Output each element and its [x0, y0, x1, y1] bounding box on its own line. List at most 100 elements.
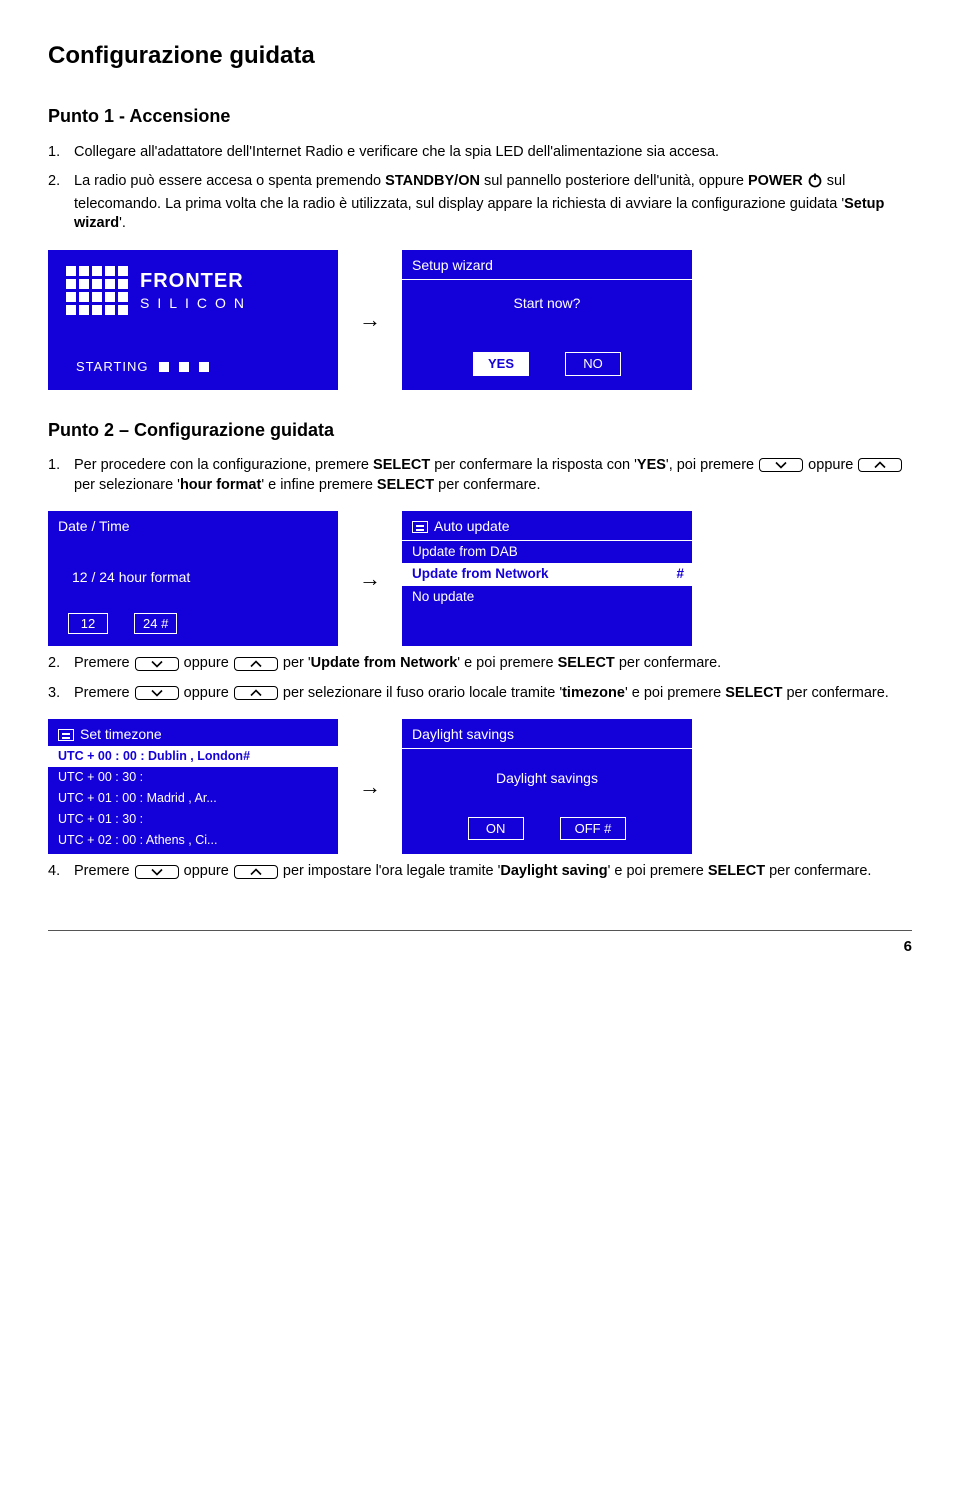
screen-starting: FRONTER SILICON STARTING — [48, 250, 338, 390]
txt: La radio può essere accesa o spenta prem… — [74, 173, 385, 189]
logo-sub: SILICON — [140, 294, 252, 313]
list-icon — [412, 521, 428, 533]
txt: Auto update — [434, 518, 510, 534]
up-button-icon — [858, 458, 902, 472]
menu-item-selected: Update from Network # — [402, 563, 692, 585]
txt: per selezionare il fuso orario locale tr… — [279, 685, 562, 701]
screen-auto-update: Auto update Update from DAB Update from … — [402, 511, 692, 646]
txt: Per procedere con la configurazione, pre… — [74, 457, 373, 473]
screen-header: Date / Time — [48, 511, 338, 540]
down-button-icon — [135, 686, 179, 700]
down-button-icon — [759, 458, 803, 472]
page-number: 6 — [48, 930, 912, 957]
list-body: Premere oppure per impostare l'ora legal… — [74, 862, 912, 882]
txt: oppure — [804, 457, 857, 473]
kw: SELECT — [377, 477, 434, 493]
screen-prompt: Daylight savings — [402, 749, 692, 794]
txt: Premere — [74, 655, 134, 671]
menu-item: Update from DAB — [402, 541, 692, 563]
txt: Set timezone — [80, 726, 162, 742]
no-button: NO — [565, 352, 621, 376]
off-button: OFF # — [560, 817, 627, 841]
menu-item: UTC + 01 : 30 : — [48, 809, 338, 830]
starting-label: STARTING — [76, 358, 209, 376]
section2-heading: Punto 2 – Configurazione guidata — [48, 418, 912, 442]
menu-item: UTC + 02 : 00 : Athens , Ci... — [48, 830, 338, 851]
arrow-right-icon: → — [356, 772, 384, 802]
txt: per ' — [279, 655, 311, 671]
step-2-1: 1. Per procedere con la configurazione, … — [48, 456, 912, 495]
txt: ' e poi premere — [608, 863, 708, 879]
screen-prompt: Start now? — [402, 280, 692, 319]
list-number: 2. — [48, 172, 74, 234]
screen-datetime: Date / Time 12 / 24 hour format 12 24 # — [48, 511, 338, 646]
up-button-icon — [234, 686, 278, 700]
txt: per selezionare ' — [74, 477, 180, 493]
txt: ' e poi premere — [625, 685, 725, 701]
list-body: Premere oppure per selezionare il fuso o… — [74, 684, 912, 704]
txt: per impostare l'ora legale tramite ' — [279, 863, 501, 879]
arrow-right-icon: → — [356, 564, 384, 594]
txt: Premere — [74, 685, 134, 701]
txt: UTC + 01 : 00 : Madrid , Ar... — [58, 790, 217, 807]
txt: oppure — [180, 685, 233, 701]
menu-item-selected: UTC + 00 : 00 : Dublin , London# — [48, 746, 338, 767]
arrow-right-icon: → — [356, 305, 384, 335]
list-icon — [58, 729, 74, 741]
step-1-1: 1. Collegare all'adattatore dell'Interne… — [48, 143, 912, 163]
list-body: Collegare all'adattatore dell'Internet R… — [74, 143, 912, 163]
square-icon — [199, 362, 209, 372]
step-2-3: 3. Premere oppure per selezionare il fus… — [48, 684, 912, 704]
txt: ', poi premere — [666, 457, 758, 473]
opt-12: 12 — [68, 613, 108, 635]
screens-row-1: FRONTER SILICON STARTING → Setup wizard … — [48, 250, 912, 390]
kw: SELECT — [708, 863, 765, 879]
section1-heading: Punto 1 - Accensione — [48, 104, 912, 128]
txt: per confermare. — [765, 863, 871, 879]
txt: per confermare. — [434, 477, 540, 493]
list-number: 1. — [48, 456, 74, 495]
kw: YES — [637, 457, 666, 473]
kw: SELECT — [373, 457, 430, 473]
txt: ' e infine premere — [261, 477, 377, 493]
txt: Update from Network — [412, 565, 549, 583]
txt: per confermare. — [782, 685, 888, 701]
kw: hour format — [180, 477, 261, 493]
txt: UTC + 00 : 00 : Dublin , London# — [58, 748, 250, 765]
list-number: 3. — [48, 684, 74, 704]
screens-row-3: Set timezone UTC + 00 : 00 : Dublin , Lo… — [48, 719, 912, 854]
txt: per confermare. — [615, 655, 721, 671]
page-title: Configurazione guidata — [48, 40, 912, 72]
screen-daylight: Daylight savings Daylight savings ON OFF… — [402, 719, 692, 854]
screen-header: Set timezone — [48, 719, 338, 746]
list-body: Per procedere con la configurazione, pre… — [74, 456, 912, 495]
up-button-icon — [234, 657, 278, 671]
screen-timezone: Set timezone UTC + 00 : 00 : Dublin , Lo… — [48, 719, 338, 854]
list-body: La radio può essere accesa o spenta prem… — [74, 172, 912, 234]
screen-header: Setup wizard — [402, 250, 692, 280]
power-icon — [807, 172, 823, 195]
yes-button: YES — [473, 352, 529, 376]
kw: timezone — [562, 685, 625, 701]
txt: STARTING — [76, 358, 149, 376]
txt: Premere — [74, 863, 134, 879]
txt: No update — [412, 588, 474, 606]
txt: '. — [119, 215, 126, 231]
screen-setup-wizard: Setup wizard Start now? YES NO — [402, 250, 692, 390]
kw: Update from Network — [311, 655, 458, 671]
txt: oppure — [180, 863, 233, 879]
step-1-2: 2. La radio può essere accesa o spenta p… — [48, 172, 912, 234]
kw-power: POWER — [748, 173, 803, 189]
opt-24: 24 # — [134, 613, 177, 635]
square-icon — [179, 362, 189, 372]
screen-header: Daylight savings — [402, 719, 692, 749]
screen-header: Auto update — [402, 511, 692, 541]
txt: UTC + 02 : 00 : Athens , Ci... — [58, 832, 217, 849]
logo-grid-icon — [66, 266, 128, 315]
list-number: 4. — [48, 862, 74, 882]
kw: SELECT — [725, 685, 782, 701]
list-body: Premere oppure per 'Update from Network'… — [74, 654, 912, 674]
hash-icon: # — [676, 565, 684, 583]
txt: ' e poi premere — [457, 655, 557, 671]
list-number: 2. — [48, 654, 74, 674]
